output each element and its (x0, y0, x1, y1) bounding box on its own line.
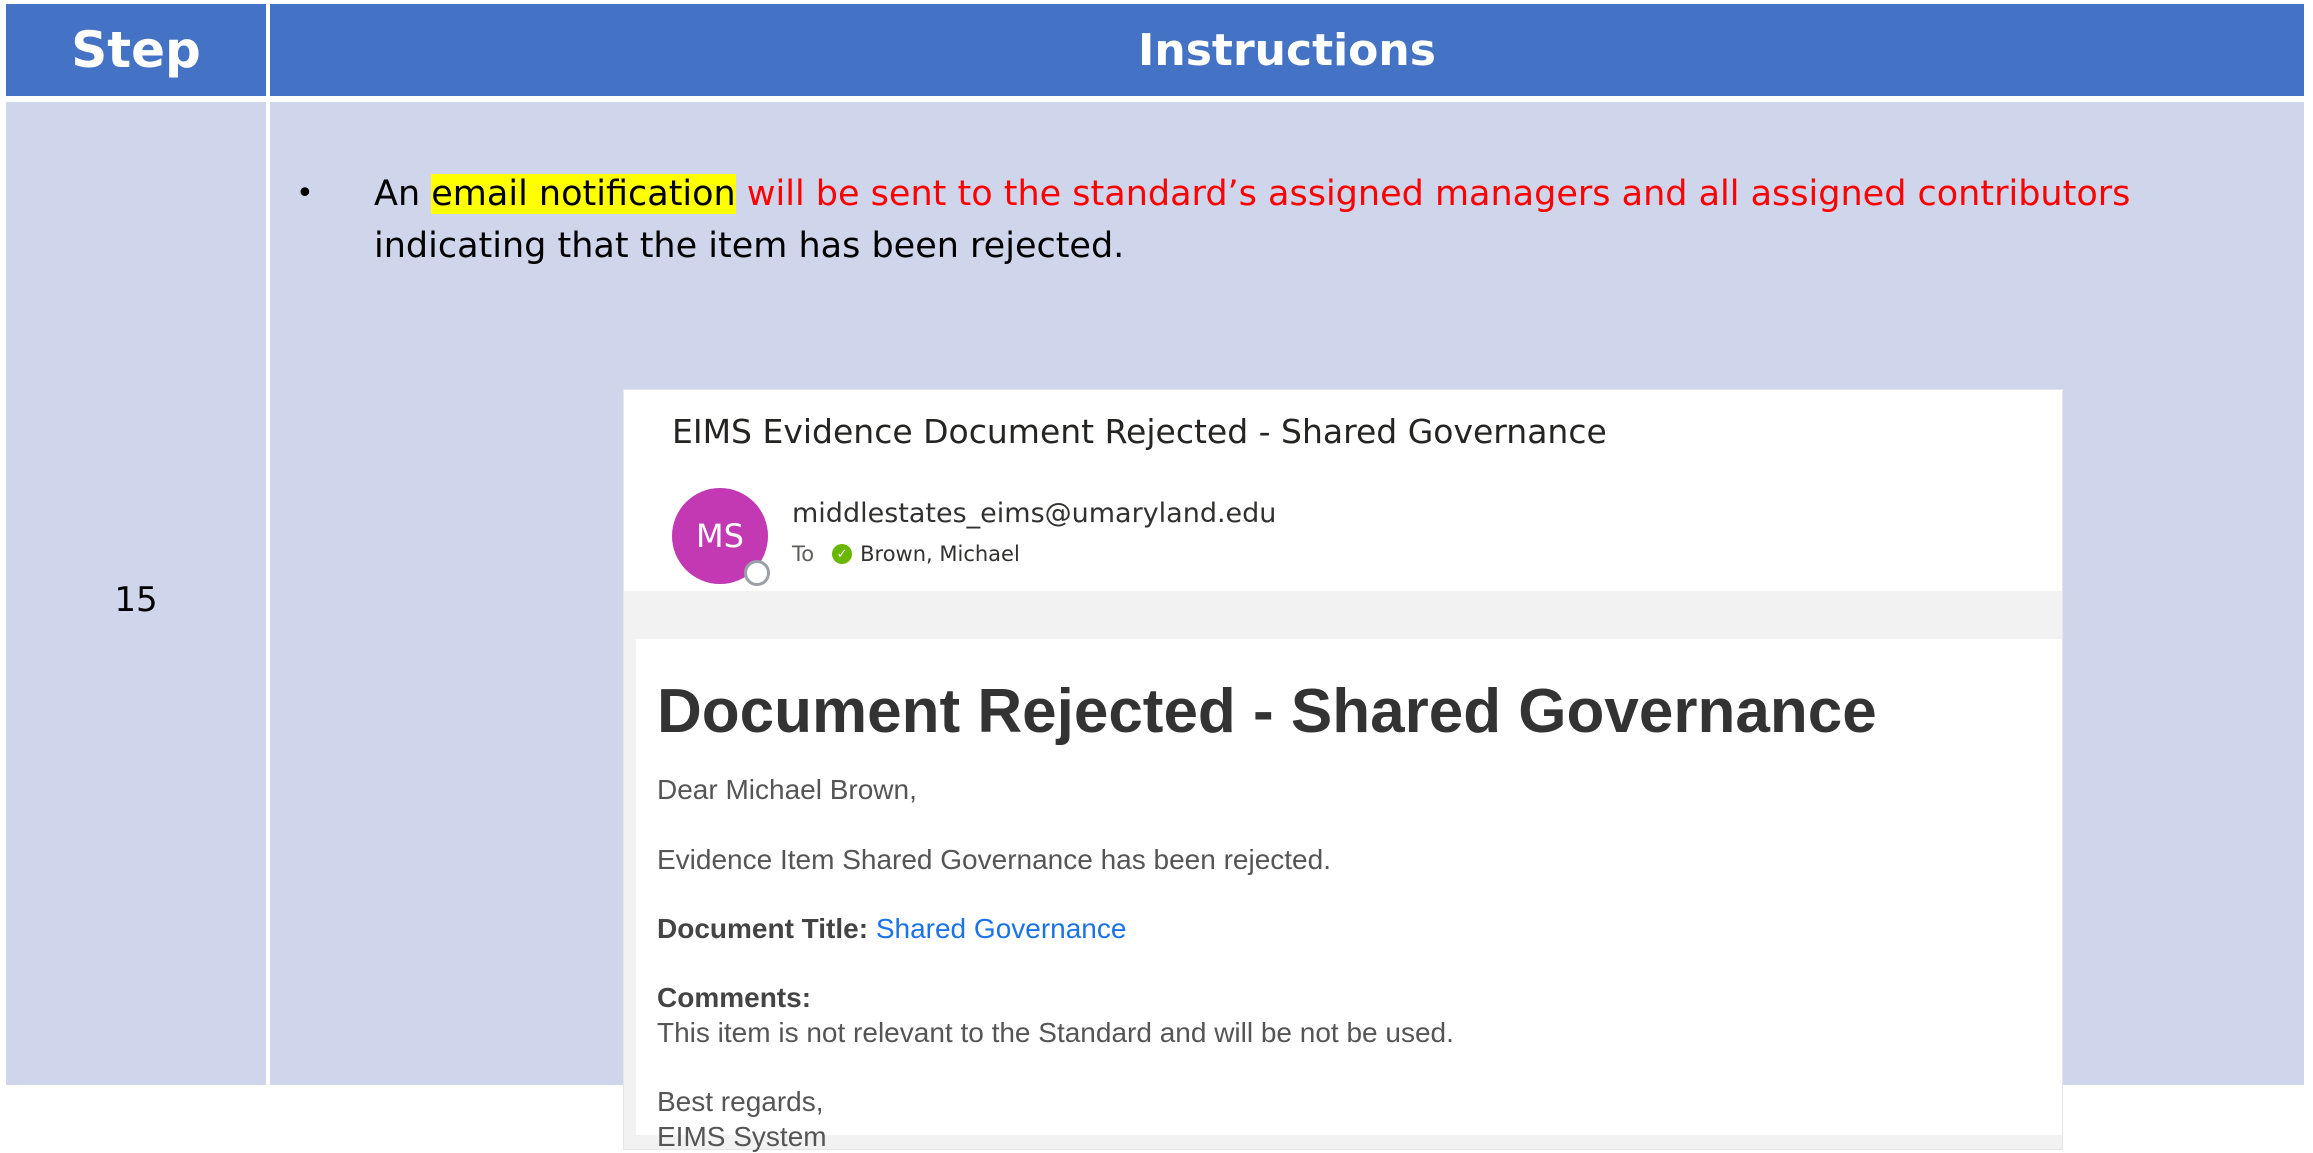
email-message: Evidence Item Shared Governance has been… (657, 844, 1331, 875)
presence-status-icon (744, 560, 770, 586)
instruction-text-end: indicating that the item has been reject… (374, 226, 1125, 266)
email-greeting: Dear Michael Brown, (657, 774, 917, 805)
email-subject: EIMS Evidence Document Rejected - Shared… (672, 412, 1607, 451)
recipient-name[interactable]: Brown, Michael (860, 542, 1020, 566)
sender-address[interactable]: middlestates_eims@umaryland.edu (792, 498, 1276, 529)
step-cell: 15 (6, 102, 266, 1085)
to-label: To (792, 542, 815, 566)
instruction-table: Step Instructions 15 • An email notifica… (6, 4, 2304, 1152)
signature: EIMS System (657, 1121, 827, 1152)
document-title-label: Document Title: (657, 913, 869, 944)
check-circle-icon: ✓ (832, 544, 853, 564)
recipient-row: To ✓ Brown, Michael (792, 542, 1020, 566)
header-instructions: Instructions (270, 4, 2304, 96)
comments-label: Comments: (657, 982, 812, 1013)
document-title-row: Document Title: Shared Governance (657, 913, 1126, 945)
bullet-icon: • (296, 176, 314, 211)
email-body-left-border (624, 591, 636, 1149)
step-number: 15 (114, 580, 158, 620)
document-title-link[interactable]: Shared Governance (876, 913, 1127, 944)
sign-off: Best regards, (657, 1086, 824, 1117)
comments-text: This item is not relevant to the Standar… (657, 1017, 1454, 1048)
email-screenshot: EIMS Evidence Document Rejected - Shared… (623, 389, 2063, 1152)
instruction-text: An email notification will be sent to th… (374, 168, 2304, 272)
instruction-text-start: An (374, 174, 432, 214)
highlighted-text: email notification (431, 174, 736, 214)
emphasis-text: will be sent to the standard’s assigned … (735, 174, 2131, 214)
header-step: Step (6, 4, 266, 96)
email-title: Document Rejected - Shared Governance (657, 677, 1877, 746)
email-body-bottom-bar (636, 1135, 2062, 1149)
instructions-cell: • An email notification will be sent to … (270, 102, 2304, 1152)
email-body-top-bar (636, 591, 2062, 639)
